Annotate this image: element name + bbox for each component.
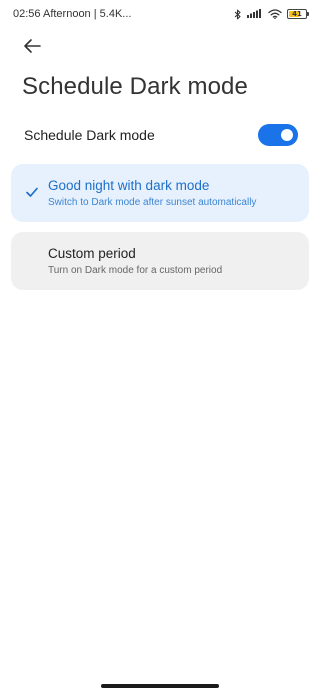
status-bar: 02:56 Afternoon | 5.4K... 41 bbox=[0, 0, 320, 28]
back-button[interactable] bbox=[18, 34, 46, 58]
back-arrow-icon bbox=[24, 39, 41, 53]
screen: 02:56 Afternoon | 5.4K... 41 Schedule Da… bbox=[0, 0, 320, 693]
checkmark-icon bbox=[26, 187, 38, 197]
battery-icon: 41 bbox=[287, 9, 309, 19]
option-title: Custom period bbox=[48, 246, 136, 261]
schedule-toggle-label: Schedule Dark mode bbox=[24, 127, 155, 143]
battery-level: 41 bbox=[292, 10, 302, 18]
bluetooth-icon bbox=[234, 9, 242, 20]
toggle-knob bbox=[281, 129, 293, 141]
status-icons: 41 bbox=[234, 9, 309, 20]
wifi-icon bbox=[268, 9, 282, 19]
option-custom-period[interactable]: Custom period Turn on Dark mode for a cu… bbox=[11, 232, 309, 290]
signal-icon bbox=[247, 9, 263, 19]
schedule-dark-mode-toggle[interactable] bbox=[258, 124, 298, 146]
option-subtitle: Turn on Dark mode for a custom period bbox=[48, 265, 223, 276]
status-time: 02:56 Afternoon | 5.4K... bbox=[13, 8, 132, 20]
schedule-toggle-row[interactable]: Schedule Dark mode bbox=[24, 120, 298, 150]
option-title: Good night with dark mode bbox=[48, 178, 210, 193]
home-indicator[interactable] bbox=[101, 684, 219, 688]
page-title: Schedule Dark mode bbox=[22, 73, 248, 100]
option-good-night[interactable]: Good night with dark mode Switch to Dark… bbox=[11, 164, 309, 222]
option-subtitle: Switch to Dark mode after sunset automat… bbox=[48, 197, 257, 208]
